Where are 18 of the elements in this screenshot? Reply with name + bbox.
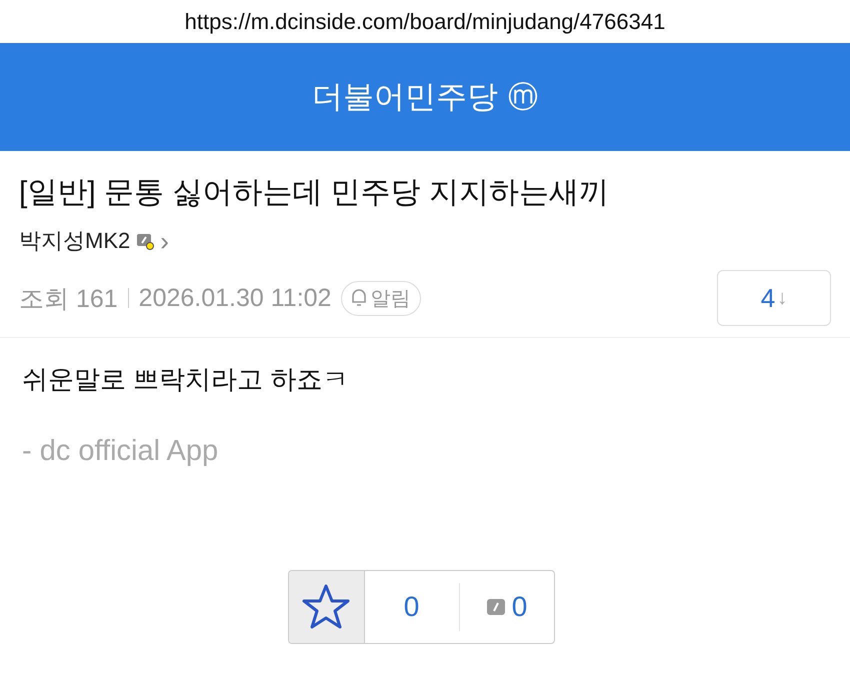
profile-arrow[interactable]: › [160, 226, 169, 256]
favorite-button[interactable] [288, 571, 364, 643]
gallery-title[interactable]: 더불어민주당 [312, 76, 498, 118]
author-name[interactable]: 박지성MK2 [19, 226, 130, 256]
url-text: https://m.dcinside.com/board/minjudang/4766341 [184, 8, 666, 34]
fixed-member-icon [486, 598, 506, 616]
alert-button[interactable]: 알림 [341, 280, 422, 316]
minor-gallery-mark: ⓜ [508, 80, 538, 116]
post-title: [일반] 문통 싫어하는데 민주당 지지하는새끼 [19, 175, 610, 211]
app-signature: - dc official App [22, 435, 220, 468]
comment-count-button[interactable]: 4↓ [717, 270, 831, 326]
bell-icon [350, 288, 368, 308]
upvote-count[interactable]: 0 [364, 571, 458, 643]
post-date: 2026.01.30 11:02 [138, 284, 332, 312]
view-count: 조회 161 [19, 284, 118, 314]
post-content: 쉬운말로 쁘락치라고 하죠ㅋ [22, 363, 350, 396]
member-badge-icon [136, 232, 154, 250]
fixed-upvote-count[interactable]: 0 [512, 591, 528, 623]
